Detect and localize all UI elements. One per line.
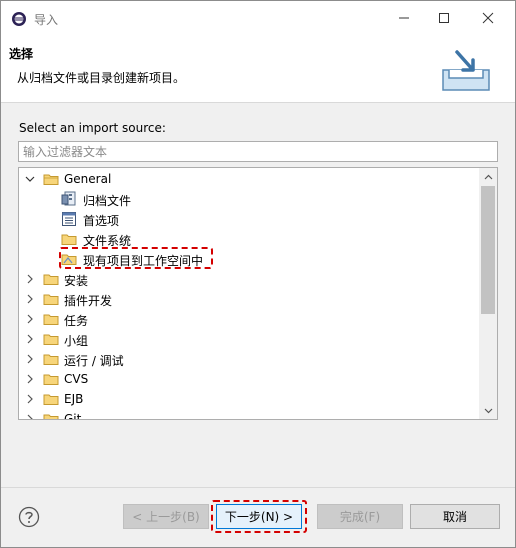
folder-icon <box>43 414 59 419</box>
expanded-arrow-icon[interactable] <box>25 174 35 184</box>
tree-label: 运行 / 调试 <box>64 354 124 368</box>
folder-icon <box>43 174 59 185</box>
tree-scrollbar[interactable] <box>479 168 497 419</box>
folder-icon <box>43 274 59 285</box>
tree-label: 插件开发 <box>64 294 113 308</box>
highlight-existing-projects <box>59 247 213 269</box>
tree-label: 首选项 <box>83 214 120 228</box>
filter-input[interactable] <box>18 141 498 162</box>
collapsed-arrow-icon[interactable] <box>25 354 35 364</box>
folder-icon <box>43 354 59 365</box>
tree-item-category[interactable]: 小组 <box>19 329 479 349</box>
tree-label: 安装 <box>64 274 89 288</box>
tree-label: General <box>64 172 112 186</box>
tree-label: 任务 <box>64 314 89 328</box>
import-wizard-icon <box>441 48 491 95</box>
tree-item-category[interactable]: 运行 / 调试 <box>19 349 479 369</box>
collapsed-arrow-icon[interactable] <box>25 414 35 420</box>
highlight-next-button <box>211 500 307 533</box>
chevron-up-icon <box>484 174 492 179</box>
help-icon[interactable] <box>18 506 40 528</box>
chevron-down-icon <box>484 408 492 413</box>
collapsed-arrow-icon[interactable] <box>25 314 35 324</box>
tree-item-general[interactable]: General <box>19 169 479 189</box>
tree-label: 小组 <box>64 334 89 348</box>
page-title: 选择 <box>9 47 34 61</box>
scroll-thumb[interactable] <box>481 186 495 314</box>
folder-icon <box>43 394 59 405</box>
eclipse-icon <box>11 11 27 27</box>
tree-item-preferences[interactable]: 首选项 <box>19 209 479 229</box>
page-description: 从归档文件或目录创建新项目。 <box>17 71 186 85</box>
window-title: 导入 <box>34 13 59 27</box>
minimize-button[interactable] <box>384 1 424 35</box>
back-button[interactable]: < 上一步(B) <box>123 504 209 529</box>
collapsed-arrow-icon[interactable] <box>25 394 35 404</box>
wizard-header: 选择 从归档文件或目录创建新项目。 <box>1 37 515 103</box>
folder-icon <box>61 234 77 245</box>
footer-separator <box>1 487 515 488</box>
collapsed-arrow-icon[interactable] <box>25 274 35 284</box>
maximize-icon <box>439 13 449 23</box>
archive-icon <box>61 191 76 206</box>
import-source-tree[interactable]: General 归档文件 首选项 文件系统 现有项目到工作空间中 安装 插件开发… <box>18 167 498 420</box>
tree-item-category[interactable]: 任务 <box>19 309 479 329</box>
preferences-icon <box>62 212 76 226</box>
tree-label: CVS <box>64 372 89 386</box>
folder-icon <box>43 314 59 325</box>
finish-button[interactable]: 完成(F) <box>317 504 403 529</box>
title-bar[interactable]: 导入 <box>1 1 515 37</box>
tree-label: Git <box>64 412 82 420</box>
tree-item-category[interactable]: 安装 <box>19 269 479 289</box>
source-prompt: Select an import source: <box>19 121 166 135</box>
tree-item-category[interactable]: 插件开发 <box>19 289 479 309</box>
tree-item-category[interactable]: EJB <box>19 389 479 409</box>
collapsed-arrow-icon[interactable] <box>25 374 35 384</box>
tree-label: 归档文件 <box>83 194 132 208</box>
cancel-button[interactable]: 取消 <box>410 504 500 529</box>
folder-icon <box>43 334 59 345</box>
tree-item-archive[interactable]: 归档文件 <box>19 189 479 209</box>
tree-item-category[interactable]: Git <box>19 409 479 420</box>
close-button[interactable] <box>468 1 508 35</box>
folder-icon <box>43 374 59 385</box>
tree-item-filesystem[interactable]: 文件系统 <box>19 229 479 249</box>
collapsed-arrow-icon[interactable] <box>25 334 35 344</box>
tree-item-category[interactable]: CVS <box>19 369 479 389</box>
collapsed-arrow-icon[interactable] <box>25 294 35 304</box>
maximize-button[interactable] <box>424 1 464 35</box>
scroll-down-button[interactable] <box>479 402 497 419</box>
import-dialog: 导入 选择 从归档文件或目录创建新项目。 Select an import so… <box>0 0 516 548</box>
tree-label: EJB <box>64 392 84 406</box>
scroll-up-button[interactable] <box>479 168 497 185</box>
folder-icon <box>43 294 59 305</box>
minimize-icon <box>399 17 409 19</box>
close-icon <box>482 12 494 24</box>
